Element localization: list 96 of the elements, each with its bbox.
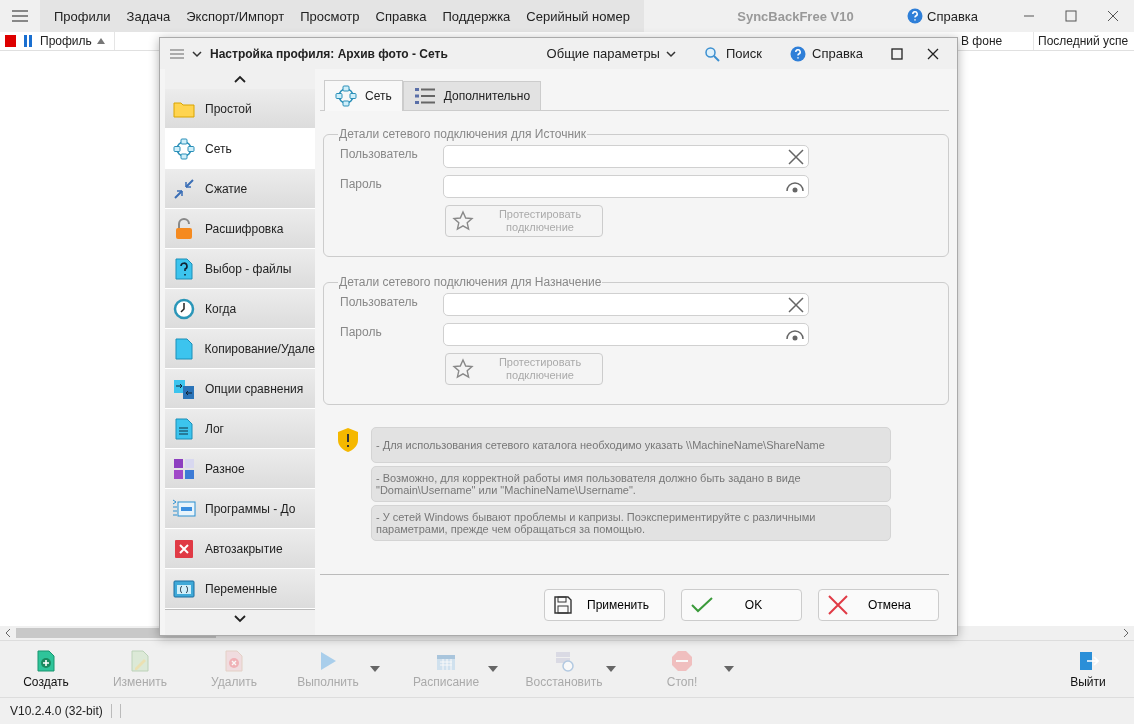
input-field[interactable] xyxy=(443,145,809,168)
group-title: Детали сетевого подключения для Назначение xyxy=(338,275,603,289)
question-file-icon xyxy=(175,257,193,280)
document-icon xyxy=(174,337,193,360)
play-icon xyxy=(318,649,338,672)
exit-button[interactable]: Выйти xyxy=(1052,647,1124,691)
help-icon xyxy=(790,45,806,62)
maximize-icon xyxy=(891,47,903,60)
edit-file-icon xyxy=(130,649,150,672)
text-file-icon xyxy=(175,417,193,440)
hint-text: - У сетей Windows бывают проблемы и капризы. Поэкспериментируйте с различными параметрами, прежде чем обращаться за помощью. xyxy=(371,505,891,541)
menu-item[interactable]: Профили xyxy=(46,8,119,24)
checkmark-icon xyxy=(690,595,714,615)
scroll-left-icon xyxy=(4,628,12,638)
dropdown-link[interactable]: Общие параметры xyxy=(546,46,676,61)
eye-icon xyxy=(786,180,804,193)
save-button[interactable]: Применить xyxy=(544,589,665,621)
menu-item[interactable]: Просмотр xyxy=(292,8,368,24)
star-icon xyxy=(452,358,474,380)
menu-item[interactable]: Экспорт/Импорт xyxy=(178,8,293,24)
menu-icon xyxy=(12,10,28,22)
group-title: Детали сетевого подключения для Источник xyxy=(338,127,587,141)
network-icon xyxy=(173,137,195,160)
nav-item[interactable]: Простой xyxy=(165,89,315,129)
sort-up-icon xyxy=(95,37,106,45)
chevron-down-icon xyxy=(192,49,202,58)
padlock-icon xyxy=(174,217,194,240)
clear-icon xyxy=(788,296,804,313)
close-icon xyxy=(1107,10,1119,22)
hint-text: - Возможно, для корректной работы имя пользователя должно быть задано в виде "Domain\Username" или "MachineName\Username". xyxy=(371,466,891,502)
column-header[interactable]: Профиль xyxy=(36,32,115,50)
menu-item[interactable]: Серийный номер xyxy=(518,8,638,24)
scroll-down-icon xyxy=(233,614,247,624)
nav-item[interactable]: Разное xyxy=(165,449,315,489)
eye-icon xyxy=(786,328,804,341)
version-label: V10.2.4.0 (32-bit) xyxy=(10,704,103,718)
clear-icon xyxy=(788,148,804,165)
field-label: Пользователь xyxy=(340,146,419,161)
nav-item[interactable]: Опции сравнения xyxy=(165,369,315,409)
tab[interactable]: Дополнительно xyxy=(402,81,542,110)
compare-icon xyxy=(173,377,195,400)
input-field[interactable] xyxy=(443,175,809,198)
search-link[interactable]: Поиск xyxy=(703,45,762,62)
toolbar-button[interactable]: Создать xyxy=(10,647,82,691)
hint-text: - Для использования сетевого каталога необходимо указать \\MachineName\ShareName xyxy=(371,427,891,463)
scroll-right-icon xyxy=(1122,628,1130,638)
cancel-button[interactable]: Отмена xyxy=(818,589,939,621)
clock-icon xyxy=(173,297,195,320)
field-label: Пароль xyxy=(340,324,383,339)
window-list-icon xyxy=(172,497,196,520)
menu-item[interactable]: Задача xyxy=(118,8,179,24)
field-label: Пользователь xyxy=(340,294,419,309)
nav-item[interactable]: Когда xyxy=(165,289,315,329)
ok-button[interactable]: OK xyxy=(681,589,802,621)
search-icon xyxy=(703,45,720,62)
cross-icon xyxy=(827,594,849,616)
nav-item[interactable]: Переменные xyxy=(165,569,315,609)
field-label: Пароль xyxy=(340,176,383,191)
help-icon xyxy=(907,8,923,24)
maximize-icon xyxy=(1065,10,1077,22)
menu-item[interactable]: Поддержка xyxy=(434,8,519,24)
column-header[interactable]: Последний успе xyxy=(1034,32,1134,50)
delete-file-icon xyxy=(224,649,244,672)
stop-sign-icon xyxy=(671,649,693,672)
warning-shield-icon xyxy=(337,427,359,453)
folder-icon xyxy=(173,99,195,118)
new-file-icon xyxy=(36,649,56,672)
list-icon xyxy=(413,86,436,106)
nav-item[interactable]: Лог xyxy=(165,409,315,449)
nav-item[interactable]: Сжатие xyxy=(165,169,315,209)
nav-item[interactable]: Расшифровка xyxy=(165,209,315,249)
close-icon xyxy=(927,47,939,60)
nav-item[interactable]: Сеть xyxy=(165,129,315,169)
x-box-icon xyxy=(174,538,194,559)
menu-item[interactable]: Справка xyxy=(367,8,435,24)
server-restore-icon xyxy=(553,649,575,672)
menu-icon xyxy=(170,48,184,59)
nav-item[interactable]: Программы - До xyxy=(165,489,315,529)
network-icon xyxy=(335,85,357,107)
dialog-title: Настройка профиля: Архив фото - Сеть xyxy=(210,46,449,61)
help-link[interactable]: Справка xyxy=(907,8,978,24)
nav-item[interactable]: Выбор - файлы xyxy=(165,249,315,289)
nav-item[interactable]: Копирование/Удале xyxy=(165,329,315,369)
app-title: SyncBackFree V10 xyxy=(736,8,855,24)
input-field[interactable] xyxy=(443,293,809,316)
exit-icon xyxy=(1077,649,1099,672)
nav-item[interactable]: Автозакрытие xyxy=(165,529,315,569)
input-field[interactable] xyxy=(443,323,809,346)
star-icon xyxy=(452,210,474,232)
tab[interactable]: Сеть xyxy=(324,80,403,111)
brackets-icon xyxy=(173,578,195,599)
tiles-icon xyxy=(173,457,195,480)
scroll-up-icon xyxy=(233,74,247,84)
arrows-icon xyxy=(173,177,195,200)
help-link[interactable]: Справка xyxy=(790,45,863,62)
chevron-down-icon xyxy=(665,49,676,58)
